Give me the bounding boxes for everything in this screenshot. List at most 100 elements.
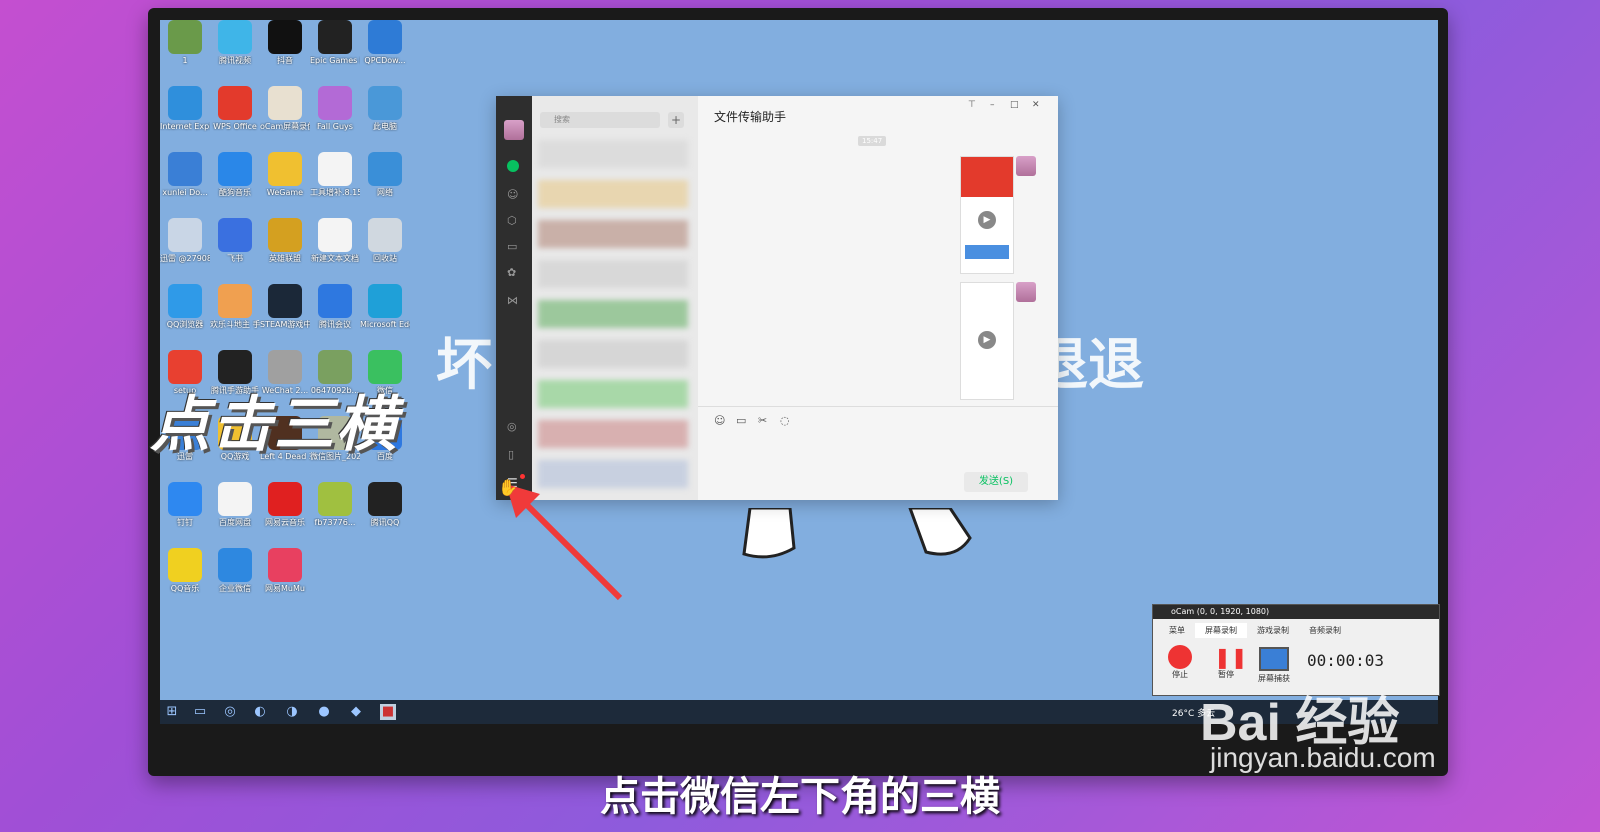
list-item[interactable] xyxy=(538,420,688,448)
desktop-icon-label: 腾讯QQ xyxy=(370,518,400,527)
desktop-icon[interactable]: QQ浏览器 xyxy=(160,284,210,350)
file-icon[interactable]: ▭ xyxy=(736,414,746,427)
search-taskbar-icon[interactable]: ◎ xyxy=(222,704,238,720)
emoji-icon[interactable]: ☺ xyxy=(714,414,725,427)
app-icon xyxy=(368,284,402,318)
desktop-icon-label: WeGame xyxy=(266,188,304,197)
sender-avatar xyxy=(1016,156,1036,176)
desktop-icon[interactable]: QPCDow... xyxy=(360,20,410,86)
sender-avatar xyxy=(1016,282,1036,302)
desktop-icon[interactable]: oCam屏幕录像 xyxy=(260,86,310,152)
desktop-icon[interactable]: WPS Office xyxy=(210,86,260,152)
overlay-title: 点击三横 xyxy=(150,390,398,460)
minimize-button[interactable]: – xyxy=(990,100,995,110)
desktop-icon[interactable]: Microsoft Edge xyxy=(360,284,410,350)
folder-icon[interactable]: ▭ xyxy=(507,240,517,253)
tab-game-record[interactable]: 游戏录制 xyxy=(1247,623,1299,638)
capture-button[interactable]: 屏幕捕获 xyxy=(1257,645,1291,684)
tab-screen-record[interactable]: 屏幕录制 xyxy=(1195,623,1247,638)
desktop-icon[interactable]: Internet Explorer xyxy=(160,86,210,152)
desktop-icon[interactable]: Epic Games Launcher xyxy=(310,20,360,86)
phone-icon[interactable]: ▯ xyxy=(508,448,514,461)
list-item[interactable] xyxy=(538,260,688,288)
windows-start-icon[interactable]: ⊞ xyxy=(164,704,180,720)
app-icon xyxy=(268,218,302,252)
desktop-icon[interactable]: 酷狗音乐 xyxy=(210,152,260,218)
list-item[interactable] xyxy=(538,140,688,168)
desktop-icon[interactable]: QQ音乐 xyxy=(160,548,210,614)
desktop-icon[interactable]: 1 xyxy=(160,20,210,86)
channels-icon[interactable]: ⋈ xyxy=(507,294,518,307)
app-icon xyxy=(318,20,352,54)
desktop-icon[interactable]: 企业微信 xyxy=(210,548,260,614)
desktop-icon[interactable]: 工具增补.8.15 xyxy=(310,152,360,218)
desktop-icon[interactable]: fb73776... xyxy=(310,482,360,548)
desktop-icon[interactable]: 飞书 xyxy=(210,218,260,284)
moments-icon[interactable]: ✿ xyxy=(507,266,516,279)
ocam-taskbar-icon[interactable]: ■ xyxy=(380,704,396,720)
play-icon: ▶ xyxy=(978,211,996,229)
pause-icon: ❚❚ xyxy=(1214,645,1248,669)
desktop-icon[interactable]: Fall Guys xyxy=(310,86,360,152)
list-item[interactable] xyxy=(538,340,688,368)
maximize-button[interactable]: □ xyxy=(1010,100,1019,110)
desktop-icon-label: Microsoft Edge xyxy=(360,320,410,329)
desktop-icon[interactable]: 迅雷 @279084... xyxy=(160,218,210,284)
edge-taskbar-icon[interactable]: ◐ xyxy=(252,704,268,720)
pin-button[interactable]: ⊤ xyxy=(968,100,976,110)
tab-menu[interactable]: 菜单 xyxy=(1159,623,1195,638)
app-taskbar-icon[interactable]: ◆ xyxy=(348,704,364,720)
desktop-icon[interactable]: 网络 xyxy=(360,152,410,218)
contacts-icon[interactable]: ☺ xyxy=(507,188,518,201)
desktop-icon[interactable]: 新建文本文档 xyxy=(310,218,360,284)
image-message[interactable]: ▶ xyxy=(960,282,1014,400)
chat-history-icon[interactable]: ◌ xyxy=(780,414,790,427)
browser-taskbar-icon[interactable]: ◑ xyxy=(284,704,300,720)
app-icon xyxy=(268,152,302,186)
app-icon xyxy=(168,152,202,186)
desktop-icon-label: 此电脑 xyxy=(373,122,397,131)
desktop-icon-label: 网易云音乐 xyxy=(265,518,305,527)
image-message[interactable]: ▶ xyxy=(960,156,1014,274)
desktop-icon[interactable]: 钉钉 xyxy=(160,482,210,548)
desktop-icon[interactable]: 英雄联盟 xyxy=(260,218,310,284)
desktop-icon[interactable]: 欢乐斗地主 手游电脑版 xyxy=(210,284,260,350)
tab-audio-record[interactable]: 音频录制 xyxy=(1299,623,1351,638)
close-button[interactable]: ✕ xyxy=(1032,100,1040,110)
app-icon xyxy=(318,218,352,252)
list-item[interactable] xyxy=(538,300,688,328)
ocam-tabs: 菜单 屏幕录制 游戏录制 音频录制 xyxy=(1159,623,1351,638)
desktop-icon-label: Epic Games Launcher xyxy=(310,56,360,65)
list-item[interactable] xyxy=(538,180,688,208)
list-item[interactable] xyxy=(538,380,688,408)
desktop-icon-label: oCam屏幕录像 xyxy=(260,122,310,131)
desktop-icon[interactable]: 网易MuMu xyxy=(260,548,310,614)
desktop-icon[interactable]: 百度网盘 xyxy=(210,482,260,548)
desktop-icon-label: WPS Office xyxy=(213,122,257,131)
desktop-icon[interactable]: 回收站 xyxy=(360,218,410,284)
app-icon xyxy=(218,20,252,54)
search-input[interactable]: 搜索 xyxy=(540,112,660,128)
desktop-icon[interactable]: 腾讯视频 xyxy=(210,20,260,86)
desktop-icon[interactable]: WeGame xyxy=(260,152,310,218)
desktop-icon[interactable]: 网易云音乐 xyxy=(260,482,310,548)
add-chat-button[interactable]: + xyxy=(668,112,684,128)
screenshot-icon[interactable]: ✂ xyxy=(758,414,767,427)
file-explorer-icon[interactable]: ▭ xyxy=(192,704,208,720)
wechat-taskbar-icon[interactable]: ● xyxy=(316,704,332,720)
favorites-icon[interactable]: ⬡ xyxy=(507,214,517,227)
chat-icon[interactable] xyxy=(507,160,519,172)
pause-button[interactable]: ❚❚ 暂停 xyxy=(1209,645,1248,680)
mini-program-icon[interactable]: ◎ xyxy=(507,420,517,433)
desktop-icon[interactable]: xunlei Do... xyxy=(160,152,210,218)
desktop-icon-label: 酷狗音乐 xyxy=(219,188,251,197)
stop-button[interactable]: 停止 xyxy=(1163,645,1197,680)
send-button[interactable]: 发送(S) xyxy=(964,472,1028,492)
desktop-icon[interactable]: 腾讯会议 xyxy=(310,284,360,350)
list-item[interactable] xyxy=(538,220,688,248)
desktop-icon[interactable]: 抖音 xyxy=(260,20,310,86)
desktop-icon[interactable]: 腾讯QQ xyxy=(360,482,410,548)
desktop-icon[interactable]: 此电脑 xyxy=(360,86,410,152)
user-avatar[interactable] xyxy=(504,120,524,140)
desktop-icon[interactable]: STEAM游戏中心 xyxy=(260,284,310,350)
